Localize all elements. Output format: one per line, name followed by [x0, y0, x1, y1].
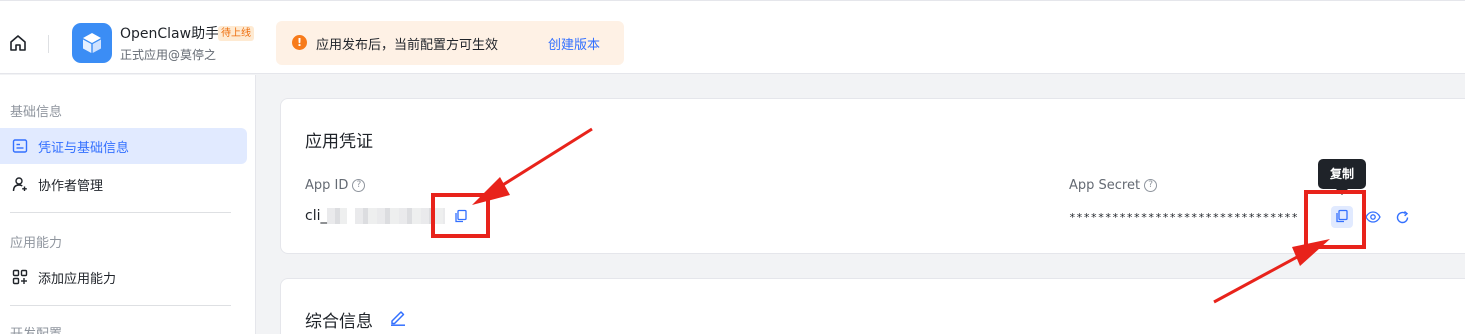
divider	[48, 35, 49, 53]
copy-tooltip: 复制	[1318, 159, 1366, 195]
warning-icon: !	[292, 35, 307, 50]
question-icon[interactable]: ?	[352, 179, 366, 192]
sidebar-group-dev: 开发配置	[10, 323, 62, 334]
app-name: OpenClaw助手	[120, 26, 220, 42]
sidebar-divider	[10, 305, 231, 306]
annotation-box-app-id	[431, 193, 490, 238]
top-bar: OpenClaw助手 待上线 正式应用@莫停之 ! 应用发布后，当前配置方可生效…	[0, 0, 1465, 74]
app-secret-masked: ********************************	[1069, 211, 1299, 224]
sidebar-item-label: 凭证与基础信息	[38, 140, 130, 156]
sidebar-item-collaborators[interactable]: 协作者管理	[0, 166, 247, 202]
question-icon[interactable]: ?	[1144, 179, 1158, 192]
sidebar-item-label: 添加应用能力	[38, 271, 117, 287]
create-version-link[interactable]: 创建版本	[548, 34, 600, 53]
annotation-box-app-secret	[1304, 190, 1366, 249]
app-secret-label-text: App Secret	[1069, 178, 1141, 193]
app-id-prefix: cli_	[305, 208, 328, 224]
credentials-title: 应用凭证	[305, 132, 373, 152]
sidebar-item-add-capability[interactable]: 添加应用能力	[0, 259, 247, 295]
grid-plus-icon	[12, 269, 28, 285]
home-icon[interactable]	[8, 33, 28, 53]
sidebar-group-basic: 基础信息	[10, 105, 63, 120]
eye-icon[interactable]	[1364, 208, 1382, 226]
sidebar-item-label: 协作者管理	[38, 178, 104, 194]
info-card: 综合信息	[280, 278, 1465, 334]
app-logo-icon	[72, 23, 112, 63]
sidebar-divider	[10, 212, 231, 213]
app-id-label-text: App ID	[305, 178, 349, 193]
sidebar: 基础信息 凭证与基础信息 协作者管理 应用能力 添加应用能力 开发配置	[0, 75, 256, 334]
app-secret-label: App Secret ?	[1069, 178, 1158, 193]
notice-text: 应用发布后，当前配置方可生效	[316, 38, 499, 53]
sidebar-item-credentials[interactable]: 凭证与基础信息	[0, 128, 247, 164]
add-user-icon	[12, 176, 28, 192]
status-badge: 待上线	[218, 26, 254, 41]
app-owner: 正式应用@莫停之	[120, 48, 217, 62]
credential-icon	[12, 138, 28, 154]
refresh-icon[interactable]	[1393, 208, 1411, 226]
app-id-label: App ID ?	[305, 178, 366, 193]
redacted-app-id	[327, 208, 347, 224]
sidebar-group-capability: 应用能力	[10, 236, 63, 251]
publish-notice: ! 应用发布后，当前配置方可生效 创建版本	[276, 21, 624, 65]
edit-icon[interactable]	[389, 308, 407, 326]
info-title: 综合信息	[305, 312, 373, 332]
